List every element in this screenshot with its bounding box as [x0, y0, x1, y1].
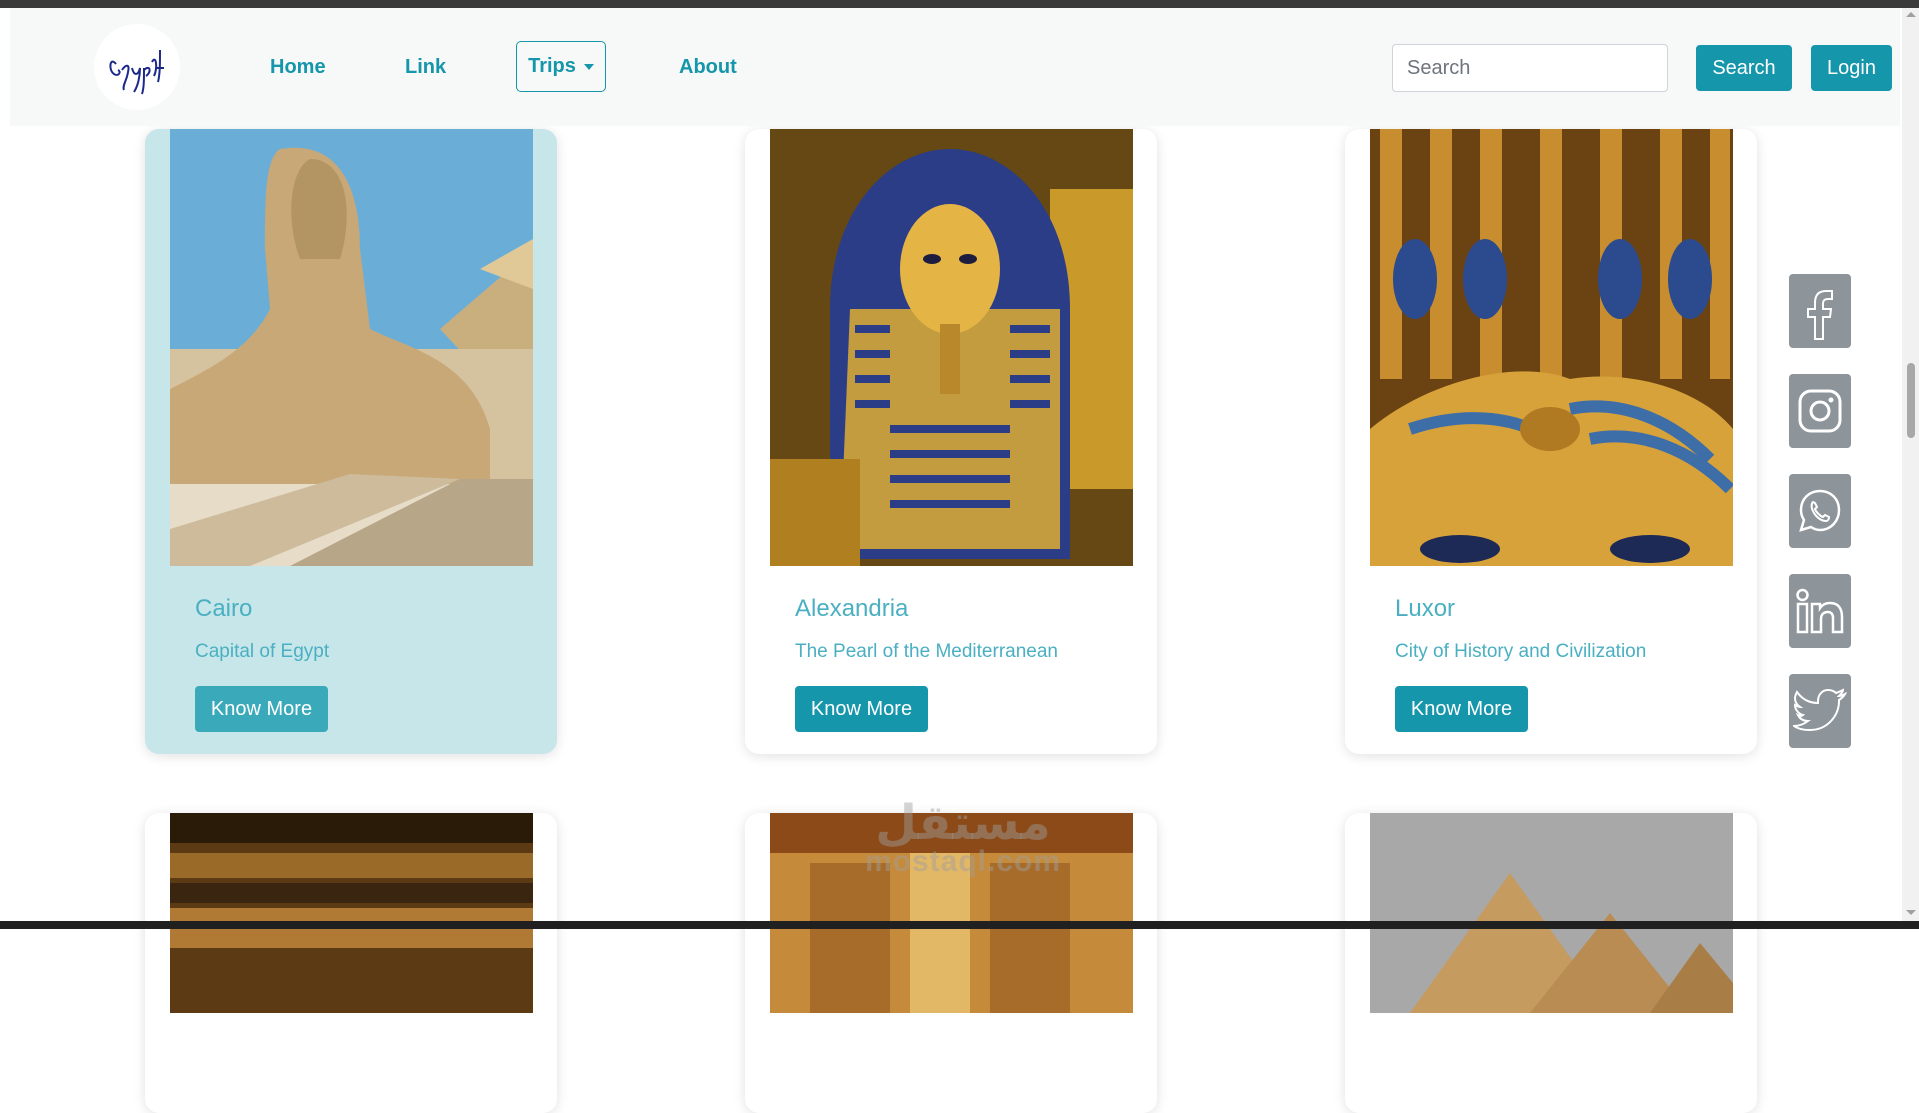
know-more-button[interactable]: Know More [1395, 686, 1528, 732]
caret-down-icon [583, 63, 594, 70]
nav-link[interactable]: Link [405, 56, 446, 79]
pyramids-image [1370, 813, 1733, 1013]
ancient-ceiling-image [170, 813, 533, 1013]
instagram-button[interactable] [1789, 374, 1851, 448]
twitter-button[interactable] [1789, 674, 1851, 748]
card-title: Alexandria [795, 595, 909, 622]
card-alexandria: Alexandria The Pearl of the Mediterranea… [745, 129, 1157, 754]
nav-trips-label: Trips [528, 55, 576, 77]
sphinx-image [170, 129, 533, 566]
navbar: Home Link Trips About Search Login [10, 8, 1900, 126]
golden-mask-image [1370, 129, 1733, 566]
egypt-logo-script [109, 49, 164, 95]
nav-about[interactable]: About [679, 56, 737, 79]
know-more-button[interactable]: Know More [795, 686, 928, 732]
nav-home[interactable]: Home [270, 56, 326, 79]
card-subtitle: The Pearl of the Mediterranean [795, 641, 1058, 662]
search-button[interactable]: Search [1696, 45, 1792, 91]
card-title: Cairo [195, 595, 253, 622]
scrollbar-thumb[interactable] [1907, 363, 1915, 438]
whatsapp-button[interactable] [1789, 474, 1851, 548]
twitter-icon [1793, 688, 1847, 732]
know-more-button[interactable]: Know More [195, 686, 328, 732]
card-subtitle: City of History and Civilization [1395, 641, 1647, 662]
whatsapp-icon [1799, 489, 1841, 532]
card-title: Luxor [1395, 595, 1456, 622]
card-subtitle: Capital of Egypt [195, 641, 330, 662]
taskbar-edge [0, 921, 1919, 929]
egypt-logo[interactable] [94, 24, 180, 110]
card-luxor: Luxor City of History and Civilization K… [1345, 129, 1757, 754]
scroll-up-arrow[interactable] [1906, 12, 1916, 17]
watermark-sub: mostaql.com [864, 845, 1062, 878]
login-button[interactable]: Login [1811, 45, 1892, 91]
nav-trips-dropdown[interactable]: Trips [516, 41, 606, 92]
watermark-main: مستقل [875, 797, 1051, 850]
facebook-button[interactable] [1789, 274, 1851, 348]
window-top-edge [0, 0, 1919, 8]
facebook-icon [1807, 290, 1833, 340]
card-row2-3 [1345, 813, 1757, 1113]
watermark: مستقل mostaql.com [838, 795, 1088, 879]
card-row2-1 [145, 813, 557, 1113]
pharaoh-mask-image [770, 129, 1133, 566]
card-cairo: Cairo Capital of Egypt Know More [145, 129, 557, 754]
instagram-icon [1798, 389, 1842, 433]
scroll-down-arrow[interactable] [1906, 910, 1916, 915]
linkedin-button[interactable] [1789, 574, 1851, 648]
page-scrollbar[interactable] [1902, 8, 1919, 921]
linkedin-icon [1796, 588, 1844, 634]
search-input[interactable] [1392, 44, 1668, 92]
